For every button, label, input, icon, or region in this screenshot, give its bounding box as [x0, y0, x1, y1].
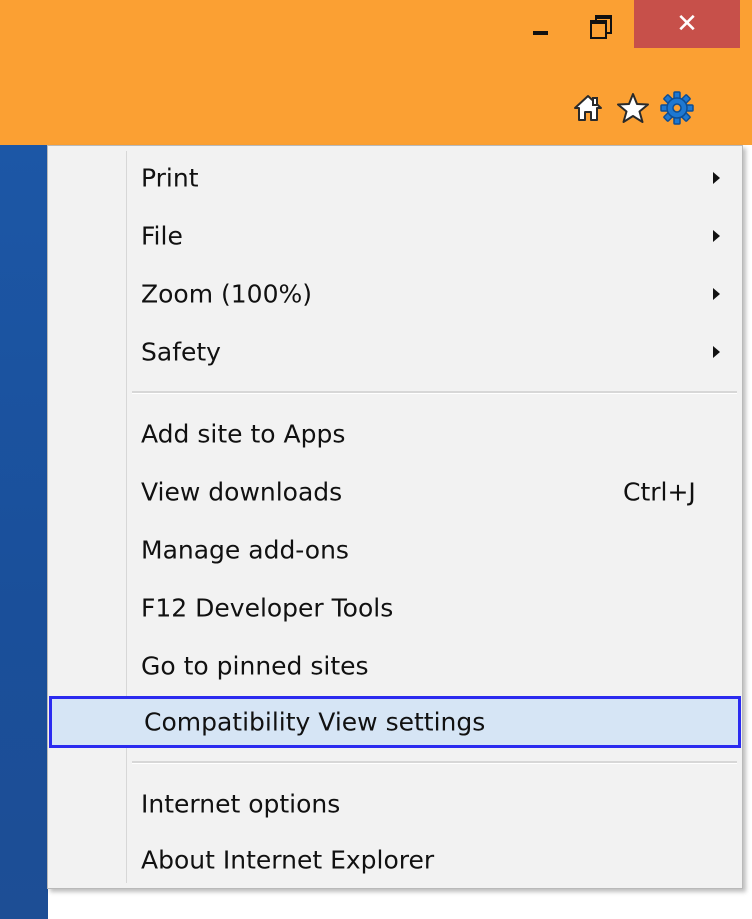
close-button[interactable]: ✕: [634, 0, 740, 48]
submenu-arrow-icon: [713, 346, 720, 358]
menu-item-label: Print: [141, 163, 199, 193]
menu-item-print[interactable]: Print: [53, 152, 737, 204]
menu-item-label: View downloads: [141, 477, 343, 507]
menu-item-compatibility-view-settings[interactable]: Compatibility View settings: [49, 696, 741, 748]
desktop-background: [0, 145, 48, 919]
menu-item-label: F12 Developer Tools: [141, 593, 394, 623]
menu-item-go-to-pinned-sites[interactable]: Go to pinned sites: [53, 640, 737, 692]
submenu-arrow-icon: [713, 230, 720, 242]
menu-item-label: Go to pinned sites: [141, 651, 369, 681]
home-button[interactable]: [568, 88, 608, 128]
favorites-button[interactable]: [613, 88, 653, 128]
menu-item-label: File: [141, 221, 183, 251]
menu-item-label: About Internet Explorer: [141, 845, 435, 875]
menu-separator: [132, 391, 737, 394]
home-icon: [574, 95, 602, 121]
menu-item-internet-options[interactable]: Internet options: [53, 778, 737, 830]
menu-item-safety[interactable]: Safety: [53, 326, 737, 378]
menu-item-label: Safety: [141, 337, 221, 367]
menu-item-about-internet-explorer[interactable]: About Internet Explorer: [53, 834, 737, 886]
tools-menu: Print File Zoom (100%) Safety Add site t…: [47, 145, 743, 889]
menu-item-label: Compatibility View settings: [144, 707, 486, 737]
menu-separator: [132, 761, 737, 764]
menu-item-label: Zoom (100%): [141, 279, 312, 309]
menu-item-add-site-to-apps[interactable]: Add site to Apps: [53, 408, 737, 460]
restore-button[interactable]: [574, 0, 626, 50]
tools-button[interactable]: [657, 88, 697, 128]
menu-item-label: Manage add-ons: [141, 535, 349, 565]
menu-item-manage-add-ons[interactable]: Manage add-ons: [53, 524, 737, 576]
submenu-arrow-icon: [713, 288, 720, 300]
menu-item-label: Internet options: [141, 789, 341, 819]
menu-item-view-downloads[interactable]: View downloads Ctrl+J: [53, 466, 737, 518]
menu-item-file[interactable]: File: [53, 210, 737, 262]
minimize-icon: [532, 31, 548, 35]
restore-icon: [590, 15, 612, 39]
minimize-button[interactable]: [512, 0, 568, 50]
menu-item-shortcut: Ctrl+J: [623, 477, 696, 507]
menu-item-label: Add site to Apps: [141, 419, 346, 449]
menu-item-zoom[interactable]: Zoom (100%): [53, 268, 737, 320]
close-icon: ✕: [676, 9, 698, 39]
favorites-star-icon: [617, 93, 649, 123]
menu-item-f12-developer-tools[interactable]: F12 Developer Tools: [53, 582, 737, 634]
tools-gear-icon: [660, 91, 694, 125]
browser-chrome: ✕: [0, 0, 752, 145]
submenu-arrow-icon: [713, 172, 720, 184]
